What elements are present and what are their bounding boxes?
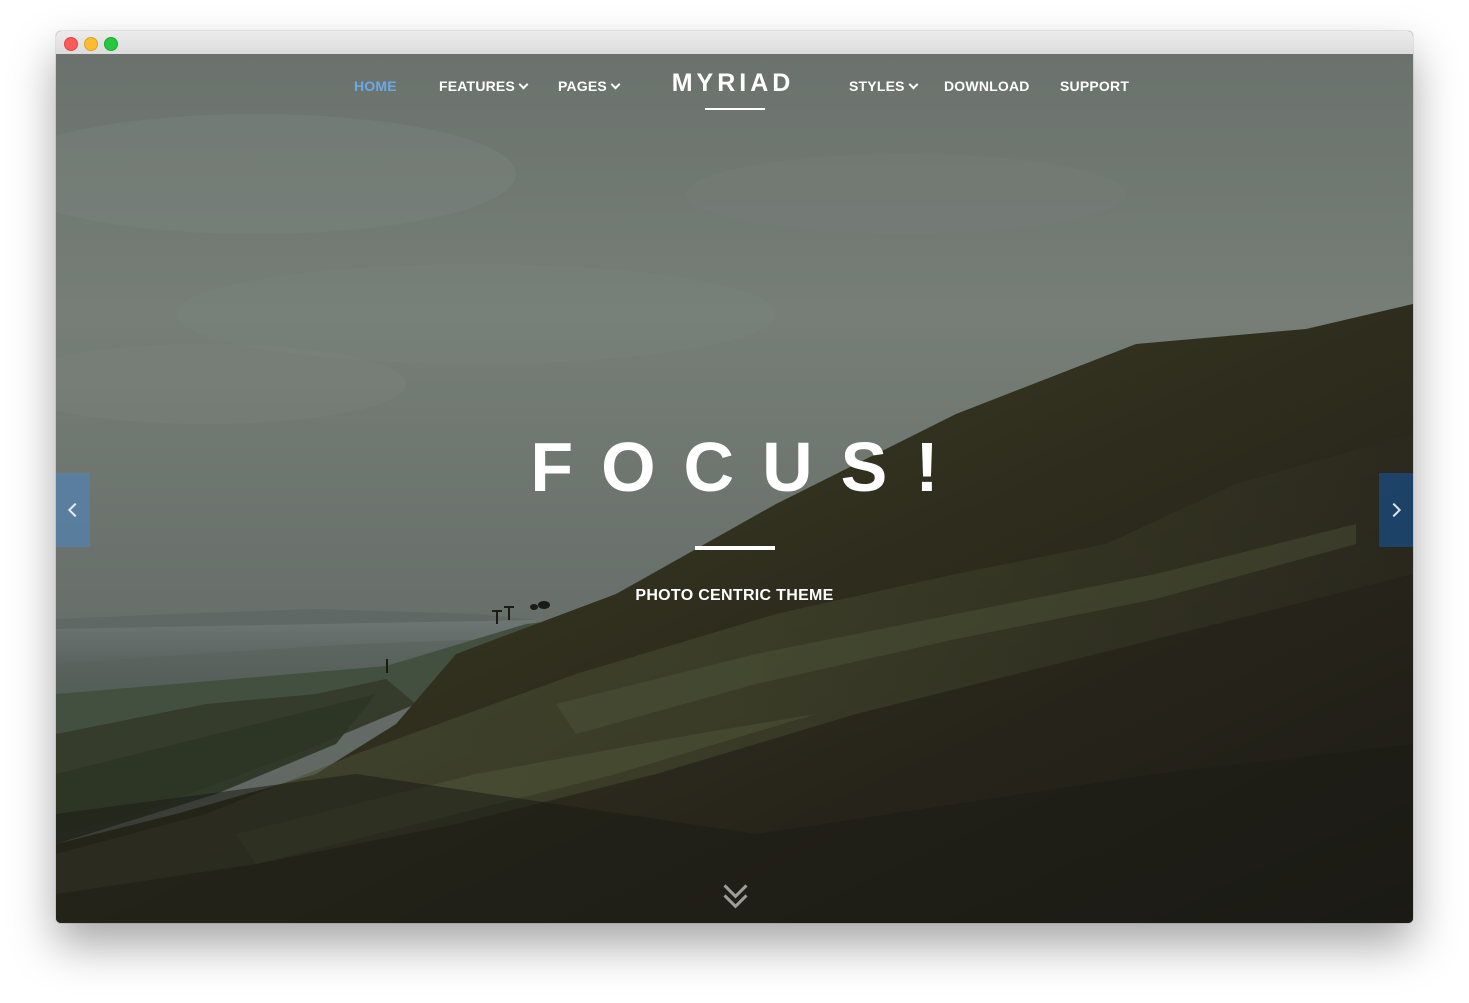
nav-item-label: FEATURES [439, 78, 516, 94]
chevron-down-icon [908, 79, 919, 90]
headline-divider [695, 546, 775, 550]
nav-item-features[interactable]: FEATURES [439, 78, 529, 94]
window-titlebar [56, 31, 1413, 55]
site-logo[interactable]: MYRIAD [668, 69, 798, 98]
nav-item-label: PAGES [558, 78, 607, 94]
chevron-down-icon [610, 79, 621, 90]
hero-subtitle: PHOTO CENTRIC THEME [635, 587, 834, 604]
nav-item-label: SUPPORT [1060, 78, 1130, 94]
chevron-left-icon [67, 502, 83, 518]
nav-item-label: HOME [354, 78, 397, 94]
hero-slider: HOME FEATURES PAGES MYRIAD STYLES DOWNLO… [56, 54, 1413, 923]
browser-window: HOME FEATURES PAGES MYRIAD STYLES DOWNLO… [56, 31, 1413, 923]
hero-headline: FOCUS! [530, 428, 967, 506]
nav-item-download[interactable]: DOWNLOAD [944, 78, 1030, 94]
slider-prev-button[interactable] [56, 473, 90, 547]
logo-underline [705, 108, 765, 110]
nav-item-label: DOWNLOAD [944, 78, 1030, 94]
minimize-window-button[interactable] [84, 37, 98, 51]
maximize-window-button[interactable] [104, 37, 118, 51]
slider-next-button[interactable] [1379, 473, 1413, 547]
chevron-right-icon [1386, 502, 1402, 518]
close-window-button[interactable] [64, 37, 78, 51]
nav-item-styles[interactable]: STYLES [849, 78, 919, 94]
chevron-down-icon [518, 79, 529, 90]
nav-item-label: STYLES [849, 78, 905, 94]
nav-item-support[interactable]: SUPPORT [1060, 78, 1129, 94]
main-navigation: HOME FEATURES PAGES MYRIAD STYLES DOWNLO… [56, 54, 1413, 124]
nav-item-pages[interactable]: PAGES [558, 78, 621, 94]
nav-item-home[interactable]: HOME [354, 78, 397, 94]
scroll-down-button[interactable] [719, 874, 751, 912]
